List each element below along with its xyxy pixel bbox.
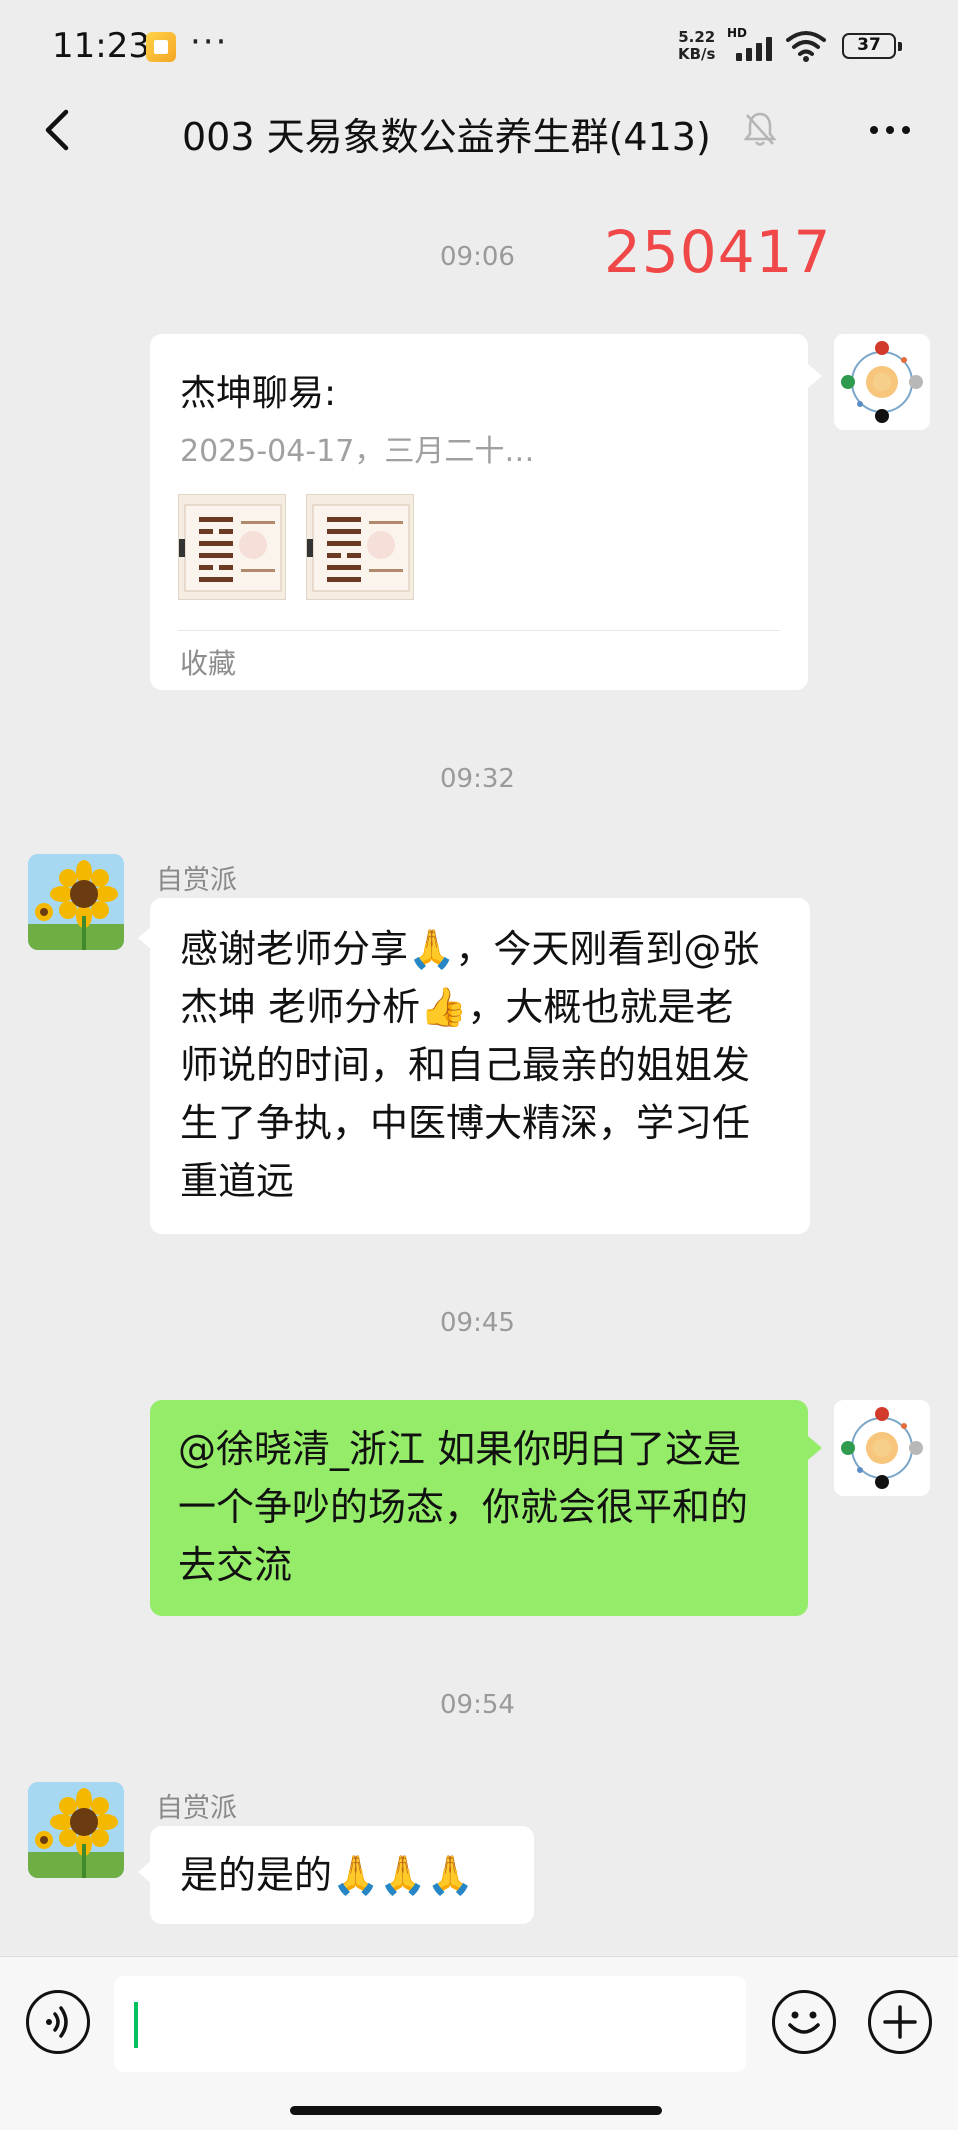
card-divider [178,630,780,631]
timestamp: 09:06 [440,242,515,272]
emoji-icon [788,2011,820,2034]
card-thumbnail[interactable] [178,494,286,600]
emoji-button[interactable] [772,1990,836,2054]
message-line: 去交流 [178,1543,293,1587]
voice-icon [46,2006,68,2038]
text-caret [134,2002,138,2048]
bubble-tail [808,1436,822,1460]
voice-button[interactable] [26,1990,90,2054]
self-avatar[interactable] [834,334,930,430]
signal-icon [730,35,776,61]
card-title: 杰坤聊易: [180,373,337,414]
plus-button[interactable] [868,1990,932,2054]
bagua-logo-icon [834,1400,930,1496]
message-line: 重道远 [180,1159,295,1203]
timestamp: 09:32 [440,764,515,794]
message-line: 感谢老师分享🙏，今天刚看到@张 [180,927,760,971]
network-speed-unit: KB/s [678,45,716,63]
card-subtitle: 2025-04-17，三月二十… [180,434,535,469]
message-line: 一个争吵的场态，你就会很平和的 [178,1485,749,1529]
card-source-label: 收藏 [180,647,237,680]
message-text: 感谢老师分享🙏，今天刚看到@张 杰坤 老师分析👍，大概也就是老 师说的时间，和自… [180,920,790,1210]
message-text: @徐晓清_浙江 如果你明白了这是 一个争吵的场态，你就会很平和的 去交流 [178,1420,798,1594]
sender-name: 自赏派 [156,1793,237,1824]
message-text: 是的是的🙏🙏🙏 [180,1853,474,1897]
favorite-card[interactable]: 杰坤聊易: 2025-04-17，三月二十… 收藏 [150,334,808,690]
message-bubble[interactable]: 感谢老师分享🙏，今天刚看到@张 杰坤 老师分析👍，大概也就是老 师说的时间，和自… [150,898,810,1234]
message-bubble[interactable]: 是的是的🙏🙏🙏 [150,1826,534,1924]
message-line: @徐晓清_浙江 如果你明白了这是 [178,1427,742,1471]
status-more-indicator: ··· [190,22,229,62]
message-bubble[interactable]: @徐晓清_浙江 如果你明白了这是 一个争吵的场态，你就会很平和的 去交流 [150,1400,808,1616]
status-time: 11:23 [52,26,150,66]
sunflower-avatar-icon [28,1782,124,1878]
home-indicator[interactable] [290,2106,662,2115]
sender-avatar[interactable] [28,1782,124,1878]
bubble-tail [808,364,822,388]
network-speed: 5.22 KB/s [678,29,715,63]
network-speed-value: 5.22 [678,28,716,46]
message-line: 杰坤 老师分析👍，大概也就是老 [180,985,734,1029]
battery-indicator: 37 [842,33,902,59]
card-thumbnail[interactable] [306,494,414,600]
hexagram-image-icon [307,495,413,599]
date-annotation: 250417 [604,218,832,286]
plus-icon [883,2005,917,2039]
wifi-icon [786,31,826,62]
sender-avatar[interactable] [28,854,124,950]
self-avatar[interactable] [834,1400,930,1496]
notification-app-icon [146,32,176,62]
bagua-logo-icon [834,334,930,430]
chevron-left-icon[interactable] [38,106,78,154]
timestamp: 09:45 [440,1308,515,1338]
hexagram-image-icon [179,495,285,599]
bell-off-icon [743,112,777,146]
timestamp: 09:54 [440,1690,515,1720]
sender-name: 自赏派 [156,865,237,896]
message-line: 师说的时间，和自己最亲的姐姐发 [180,1043,751,1087]
chat-title: 003 天易象数公益养生群(413) [182,115,711,159]
message-line: 生了争执，中医博大精深，学习任 [180,1101,751,1145]
sunflower-avatar-icon [28,854,124,950]
more-horizontal-icon[interactable] [866,112,914,148]
message-input[interactable] [114,1976,746,2072]
